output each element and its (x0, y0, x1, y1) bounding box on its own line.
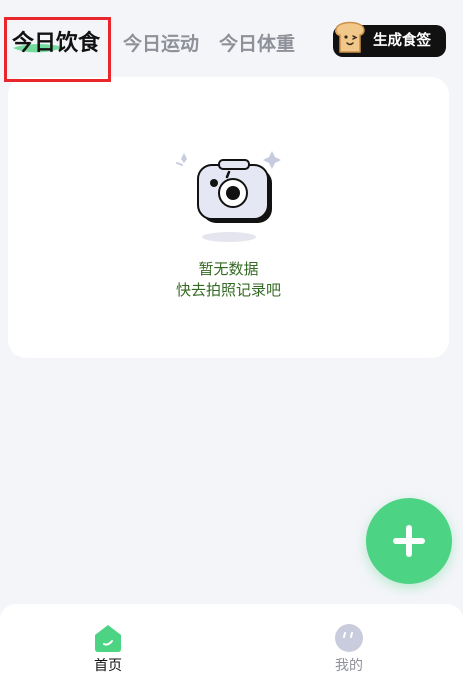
home-icon (95, 625, 121, 652)
tab-today-weight[interactable]: 今日体重 (219, 29, 295, 56)
nav-item-home[interactable]: 首页 (73, 622, 143, 675)
toast-icon (335, 21, 365, 53)
empty-state-subtitle: 快去拍照记录吧 (175, 281, 281, 299)
empty-state-title: 暂无数据 (198, 260, 259, 278)
generate-tag-label: 生成食签 (373, 33, 431, 49)
plus-icon (393, 525, 425, 557)
tab-today-exercise[interactable]: 今日运动 (123, 29, 199, 56)
camera-icon (176, 151, 281, 242)
nav-label-mine: 我的 (335, 658, 363, 674)
profile-icon (335, 624, 363, 652)
nav-item-mine[interactable]: 我的 (314, 622, 384, 675)
nav-label-home: 首页 (94, 658, 122, 674)
add-record-button[interactable] (366, 498, 452, 584)
bottom-nav: 首页 我的 (0, 604, 463, 679)
highlight-box (4, 17, 111, 82)
diet-card: 暂无数据 快去拍照记录吧 (8, 77, 449, 358)
